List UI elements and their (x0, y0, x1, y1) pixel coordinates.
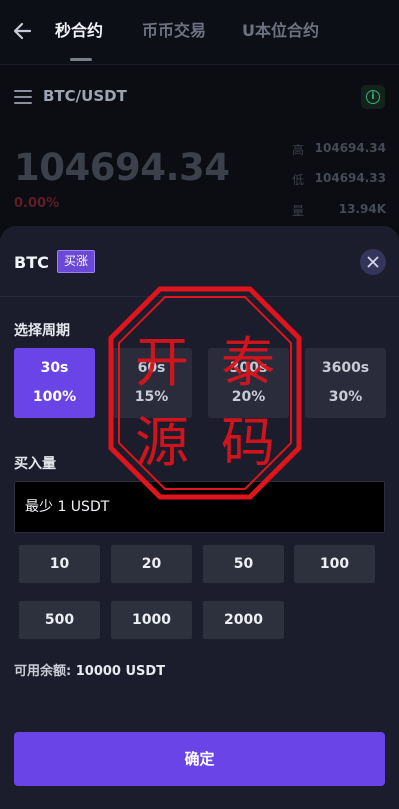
period-time: 60s (137, 360, 166, 376)
order-bottom-sheet: BTC 买涨 选择周期 30s 100% 60s 15% 300s 20% 36… (0, 226, 399, 809)
quick-amount-50[interactable]: 50 (203, 545, 284, 583)
balance-value: 10000 USDT (75, 664, 166, 679)
close-button[interactable] (360, 249, 386, 275)
sheet-divider (0, 296, 399, 297)
period-option-3600s[interactable]: 3600s 30% (305, 348, 386, 418)
available-balance: 可用余额: 10000 USDT (14, 660, 165, 679)
close-icon (367, 256, 379, 268)
confirm-button[interactable]: 确定 (14, 732, 385, 786)
period-percent: 15% (134, 389, 169, 405)
stat-volume: 量 13.94K (292, 202, 386, 222)
trading-pair-label[interactable]: BTC/USDT (43, 87, 127, 105)
sheet-coin-title: BTC (14, 253, 49, 272)
period-option-60s[interactable]: 60s 15% (111, 348, 192, 418)
period-percent: 20% (231, 389, 266, 405)
tab-usdt-futures[interactable]: U本位合约 (242, 17, 319, 41)
chart-info-icon[interactable]: i (361, 85, 385, 109)
stat-high: 高 104694.34 (292, 141, 386, 161)
stat-volume-value: 13.94K (338, 202, 386, 216)
period-option-30s[interactable]: 30s 100% (14, 348, 95, 418)
balance-label: 可用余额: (14, 664, 72, 679)
amount-section-label: 买入量 (14, 456, 56, 472)
stat-low-value: 104694.33 (314, 171, 386, 185)
stat-high-value: 104694.34 (314, 141, 386, 155)
stat-low: 低 104694.33 (292, 171, 386, 191)
quick-amount-100[interactable]: 100 (294, 545, 375, 583)
period-section-label: 选择周期 (14, 323, 70, 339)
back-arrow-icon[interactable] (10, 18, 36, 44)
period-percent: 30% (328, 389, 363, 405)
price-change: 0.00% (14, 196, 60, 211)
top-nav-bar: 秒合约 币币交易 U本位合约 (0, 0, 399, 64)
stat-low-label: 低 (292, 173, 305, 187)
tab-second-contract[interactable]: 秒合约 (55, 17, 103, 41)
amount-input[interactable] (14, 481, 385, 533)
pair-selector-row: BTC/USDT i (0, 80, 399, 116)
period-time: 30s (40, 360, 69, 376)
period-time: 3600s (321, 360, 370, 376)
direction-badge: 买涨 (57, 250, 96, 273)
stat-volume-label: 量 (292, 204, 305, 218)
period-time: 300s (229, 360, 268, 376)
quick-amount-500[interactable]: 500 (19, 601, 100, 639)
menu-icon[interactable] (14, 90, 32, 104)
active-tab-indicator (70, 58, 92, 61)
quick-amount-2000[interactable]: 2000 (203, 601, 284, 639)
quick-amount-10[interactable]: 10 (19, 545, 100, 583)
tab-spot-trading[interactable]: 币币交易 (142, 17, 206, 41)
header-divider (0, 64, 399, 65)
quick-amount-20[interactable]: 20 (111, 545, 192, 583)
last-price: 104694.34 (14, 146, 230, 189)
stat-high-label: 高 (292, 143, 305, 157)
period-percent: 100% (32, 389, 77, 405)
period-option-300s[interactable]: 300s 20% (208, 348, 289, 418)
quick-amount-1000[interactable]: 1000 (111, 601, 192, 639)
